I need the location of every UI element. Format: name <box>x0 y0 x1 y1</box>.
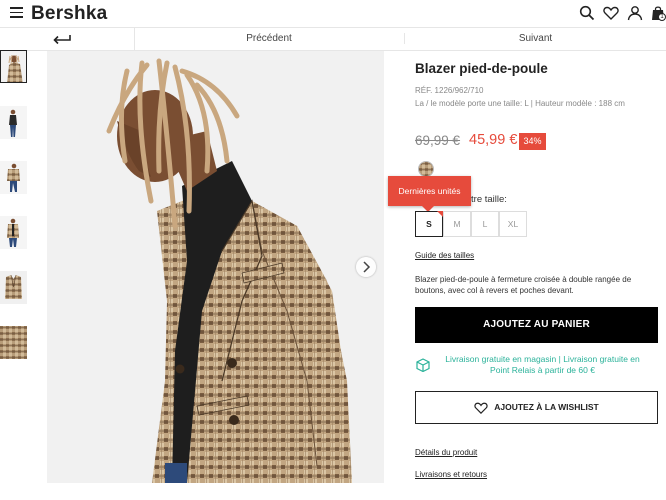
back-arrow-icon[interactable] <box>52 33 72 45</box>
product-title: Blazer pied-de-poule <box>415 61 548 76</box>
size-label-m: M <box>453 219 461 229</box>
delivery-info: Livraison gratuite en magasin | Livraiso… <box>445 354 640 375</box>
shipping-returns-link[interactable]: Livraisons et retours <box>415 470 487 479</box>
add-to-cart-button[interactable]: AJOUTEZ AU PANIER <box>415 307 658 343</box>
model-info: La / le modèle porte une taille: L | Hau… <box>415 99 625 108</box>
size-label-l: L <box>482 219 488 229</box>
thumbnail-5[interactable] <box>0 271 27 304</box>
cart-count-badge: 1 <box>658 13 666 21</box>
low-stock-tooltip: Dernières unités <box>388 176 471 212</box>
color-swatch[interactable] <box>418 161 434 177</box>
size-option-xl[interactable]: XL <box>499 211 527 237</box>
thumbnail-4[interactable] <box>0 216 27 249</box>
product-reference: RÉF. 1226/962/710 <box>415 86 484 95</box>
size-guide-link[interactable]: Guide des tailles <box>415 251 474 260</box>
thumbnail-3[interactable] <box>0 161 27 194</box>
product-details-link[interactable]: Détails du produit <box>415 448 477 457</box>
size-label-xl: XL <box>507 219 519 229</box>
product-description: Blazer pied-de-poule à fermeture croisée… <box>415 275 632 295</box>
original-price: 69,99 € <box>415 133 461 148</box>
size-option-l[interactable]: L <box>471 211 499 237</box>
product-navigation: Précédent Suivant <box>0 27 666 51</box>
previous-product-link[interactable]: Précédent <box>134 33 405 44</box>
sale-price: 45,99 € <box>469 132 518 148</box>
image-next-button[interactable] <box>356 257 376 277</box>
thumbnail-1[interactable] <box>0 50 27 83</box>
size-label-s: S <box>426 219 432 229</box>
size-option-m[interactable]: M <box>443 211 471 237</box>
size-option-s[interactable]: S <box>415 211 443 237</box>
wishlist-label: AJOUTEZ À LA WISHLIST <box>494 402 599 412</box>
heart-icon[interactable] <box>603 5 619 21</box>
next-product-link[interactable]: Suivant <box>405 33 666 44</box>
site-header: Bershka 1 <box>0 0 666 27</box>
user-icon[interactable] <box>627 5 643 21</box>
discount-badge: 34% <box>519 133 546 150</box>
thumbnail-6[interactable] <box>0 326 27 359</box>
thumbnail-2[interactable] <box>0 106 27 139</box>
chevron-right-icon <box>363 261 371 273</box>
package-icon <box>416 358 430 372</box>
menu-icon[interactable] <box>10 7 23 18</box>
brand-logo[interactable]: Bershka <box>31 3 107 25</box>
search-icon[interactable] <box>579 5 595 21</box>
heart-icon <box>474 402 488 414</box>
add-to-wishlist-button[interactable]: AJOUTEZ À LA WISHLIST <box>415 391 658 424</box>
product-main-image[interactable] <box>47 51 384 483</box>
